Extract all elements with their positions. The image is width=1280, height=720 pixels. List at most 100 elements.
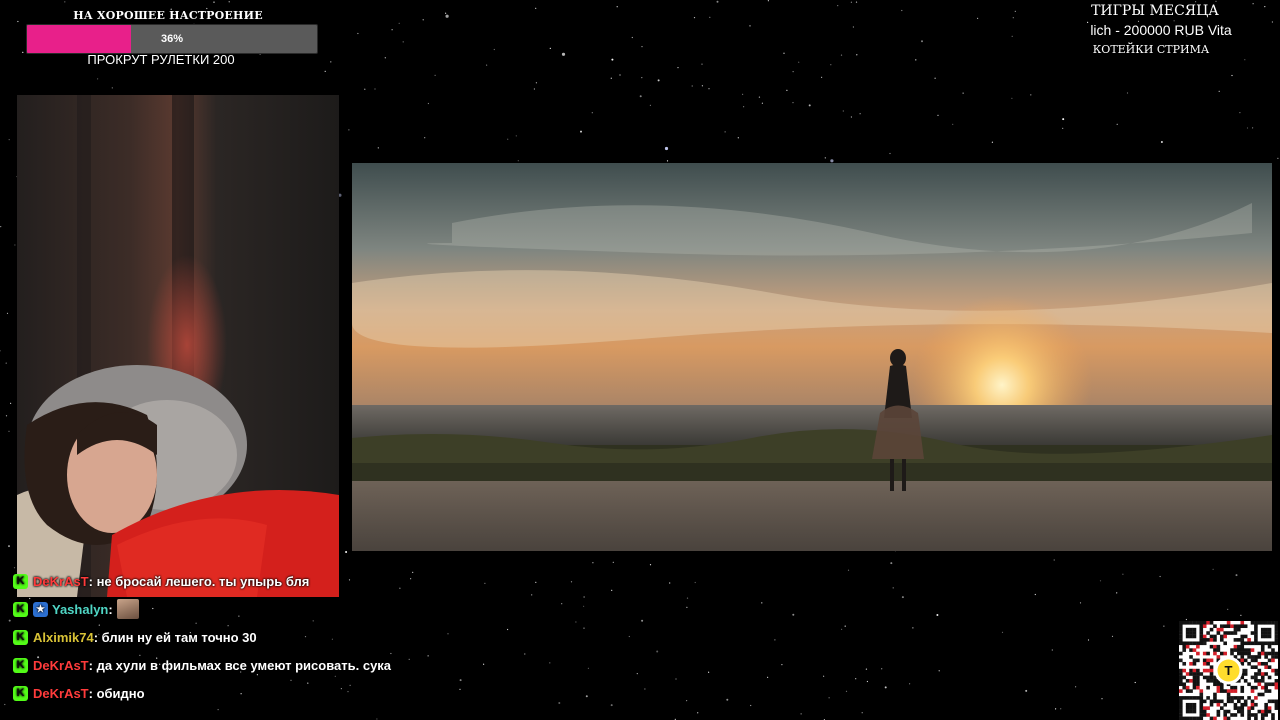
- qr-module: [1260, 641, 1265, 646]
- star: [840, 54, 843, 56]
- qr-module: [1257, 692, 1262, 697]
- star: [786, 89, 788, 91]
- qr-module: [1209, 702, 1214, 707]
- qr-module: [1233, 706, 1238, 710]
- star: [724, 131, 726, 133]
- star: [1055, 708, 1057, 710]
- qr-module: [1189, 627, 1193, 632]
- chat-username[interactable]: DeKrAsT: [33, 686, 89, 701]
- star: [767, 0, 770, 2]
- star: [1244, 59, 1246, 61]
- qr-module: [1202, 624, 1207, 629]
- star: [841, 628, 843, 630]
- qr-module: [1185, 644, 1190, 649]
- qr-module: [1189, 679, 1193, 683]
- star: [1099, 580, 1102, 582]
- star: [1246, 127, 1249, 129]
- qr-module: [1250, 631, 1255, 635]
- qr-module: [1199, 702, 1204, 707]
- qr-module: [1192, 672, 1197, 676]
- qr-module: [1271, 716, 1275, 720]
- qr-module: [1247, 655, 1251, 659]
- qr-module: [1182, 668, 1187, 673]
- qr-module: [1240, 689, 1245, 693]
- qr-module: [1185, 702, 1190, 707]
- qr-module: [1250, 685, 1255, 690]
- qr-module: [1230, 689, 1234, 693]
- qr-module: [1240, 634, 1245, 639]
- qr-module: [1179, 631, 1183, 635]
- star: [693, 17, 696, 19]
- chat-username[interactable]: Yashalyn: [52, 602, 108, 617]
- star: [677, 67, 679, 69]
- star: [889, 152, 891, 155]
- qr-module: [1237, 706, 1241, 710]
- qr-module: [1179, 699, 1183, 704]
- qr-module: [1274, 702, 1278, 707]
- qr-module: [1223, 689, 1227, 693]
- qr-module: [1189, 641, 1193, 646]
- star: [823, 675, 825, 677]
- qr-module: [1274, 682, 1278, 687]
- qr-module: [1264, 665, 1268, 669]
- qr-module: [1196, 675, 1200, 680]
- star: [1126, 92, 1129, 94]
- qr-module: [1192, 716, 1197, 720]
- qr-module: [1182, 621, 1187, 625]
- qr-module: [1199, 638, 1204, 642]
- qr-module: [1209, 634, 1214, 639]
- star: [656, 650, 659, 653]
- star: [1163, 625, 1165, 627]
- qr-module: [1209, 668, 1214, 673]
- chat-username[interactable]: DeKrAsT: [33, 574, 89, 589]
- qr-module: [1185, 706, 1190, 710]
- qr-module: [1264, 713, 1268, 717]
- donation-qr-code[interactable]: T: [1179, 621, 1278, 720]
- star: [792, 102, 794, 104]
- qr-module: [1192, 648, 1197, 652]
- qr-module: [1243, 679, 1248, 683]
- qr-module: [1199, 706, 1204, 710]
- qr-module: [1271, 668, 1275, 673]
- qr-module: [1213, 651, 1217, 656]
- qr-module: [1254, 627, 1258, 632]
- star: [1235, 574, 1238, 577]
- qr-module: [1179, 679, 1183, 683]
- star: [631, 36, 633, 39]
- qr-module: [1216, 699, 1221, 704]
- qr-module: [1230, 699, 1234, 704]
- qr-module: [1202, 651, 1207, 656]
- qr-module: [1189, 621, 1193, 625]
- qr-module: [1199, 713, 1204, 717]
- qr-module: [1206, 685, 1210, 690]
- chat-message: K DeKrAsT : да хули в фильмах все умеют …: [13, 651, 613, 679]
- qr-module: [1260, 627, 1265, 632]
- qr-module: [1199, 621, 1204, 625]
- qr-module: [1209, 638, 1214, 642]
- qr-module: [1274, 685, 1278, 690]
- qr-module: [1185, 631, 1190, 635]
- qr-module: [1189, 655, 1193, 659]
- qr-module: [1206, 631, 1210, 635]
- qr-module: [1179, 672, 1183, 676]
- star: [1134, 681, 1136, 684]
- star: [694, 581, 696, 584]
- qr-module: [1219, 685, 1224, 690]
- qr-module: [1243, 702, 1248, 707]
- star: [14, 244, 16, 246]
- qr-module: [1247, 638, 1251, 642]
- star: [664, 146, 669, 151]
- star: [890, 562, 893, 565]
- star: [611, 58, 614, 61]
- star: [1264, 6, 1266, 8]
- qr-module: [1264, 661, 1268, 666]
- qr-module: [1240, 638, 1245, 642]
- qr-module: [1192, 668, 1197, 673]
- chat-username[interactable]: Alximik74: [33, 630, 94, 645]
- movie-player[interactable]: [352, 163, 1272, 551]
- star: [507, 138, 509, 140]
- qr-module: [1209, 658, 1214, 663]
- star: [535, 82, 538, 84]
- chat-username[interactable]: DeKrAsT: [33, 658, 89, 673]
- qr-module: [1264, 641, 1268, 646]
